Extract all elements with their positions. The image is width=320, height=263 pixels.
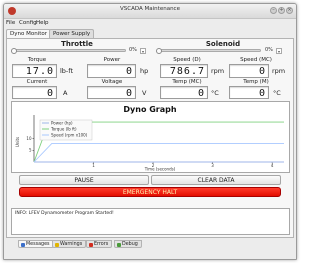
- voltage-unit: V: [142, 89, 147, 97]
- debug-icon: [117, 243, 121, 247]
- legend-label: Power (hp): [51, 121, 73, 126]
- x-tick-label: 4: [271, 163, 274, 168]
- series-line-2: [33, 142, 284, 163]
- power-unit: hp: [140, 67, 149, 75]
- throttle-slider-handle[interactable]: [11, 47, 17, 54]
- solenoid-dropdown-icon[interactable]: ▾: [276, 47, 282, 54]
- x-tick-label: 3: [211, 163, 214, 168]
- x-tick-label: 2: [152, 163, 155, 168]
- pause-button[interactable]: PAUSE: [19, 175, 149, 185]
- emergency-halt-button[interactable]: EMERGENCY HALT: [19, 187, 281, 197]
- temp-mc-label: Temp (MC): [172, 79, 202, 85]
- speed-d-label: Speed (D): [173, 57, 201, 63]
- temp-m-display: 0: [229, 86, 269, 99]
- graph-x-label: Time (seconds): [144, 167, 176, 172]
- power-label: Power: [103, 57, 121, 63]
- current-display: 0: [12, 86, 57, 99]
- power-display: 0: [87, 64, 136, 78]
- dyno-monitor-panel: Throttle Solenoid 0% ▾ 0% ▾ Torque Power…: [6, 38, 294, 238]
- voltage-label: Voltage: [101, 79, 123, 85]
- temp-mc-unit: °C: [211, 89, 219, 97]
- tab-warnings-label: Warnings: [60, 242, 83, 247]
- legend-label: Speed (rpm x100): [51, 133, 88, 138]
- solenoid-percent: 0%: [265, 47, 273, 53]
- legend-label: Torque (lb ft): [50, 127, 77, 132]
- voltage-display: 0: [87, 86, 136, 99]
- speed-d-unit: rpm: [211, 67, 225, 75]
- message-tabs: Messages Warnings Errors Debug: [18, 240, 294, 249]
- window-title: VSCADA Maintenance: [120, 6, 180, 12]
- speed-mc-label: Speed (MC): [240, 57, 272, 63]
- tab-errors[interactable]: Errors: [86, 240, 113, 248]
- solenoid-slider-handle[interactable]: [156, 47, 162, 54]
- torque-label: Torque: [27, 57, 47, 63]
- menu-file[interactable]: File: [6, 19, 15, 28]
- close-icon[interactable]: ×: [286, 7, 293, 14]
- log-area[interactable]: INFO: LFEV Dynamometer Program Started!: [11, 208, 290, 235]
- throttle-slider[interactable]: [12, 49, 126, 52]
- maximize-icon[interactable]: +: [278, 7, 285, 14]
- dyno-graph-svg: Dyno Graph Units Time (seconds) 1 2 3 4 5 10 P…: [15, 105, 284, 172]
- tab-dyno-monitor[interactable]: Dyno Monitor: [6, 29, 51, 38]
- throttle-percent: 0%: [129, 47, 137, 53]
- tab-debug[interactable]: Debug: [114, 240, 142, 248]
- menu-help[interactable]: Help: [36, 19, 49, 28]
- warning-icon: [55, 243, 59, 247]
- messages-icon: [21, 243, 25, 247]
- throttle-title: Throttle: [61, 40, 93, 48]
- x-tick-label: 1: [92, 163, 95, 168]
- speed-mc-display: 0: [229, 64, 269, 78]
- tab-warnings[interactable]: Warnings: [52, 240, 87, 248]
- graph-y-label: Units: [15, 137, 20, 147]
- graph-title: Dyno Graph: [123, 105, 176, 114]
- y-tick-label: 5: [29, 148, 32, 153]
- tab-messages[interactable]: Messages: [18, 240, 54, 248]
- torque-display: 17.0: [12, 64, 57, 78]
- temp-m-unit: °C: [273, 89, 281, 97]
- current-unit: A: [63, 89, 68, 97]
- minimize-icon[interactable]: –: [270, 7, 277, 14]
- menu-bar: File Config Help: [4, 19, 296, 28]
- app-window: VSCADA Maintenance – + × File Config Hel…: [3, 3, 297, 260]
- temp-m-label: Temp (M): [243, 79, 269, 85]
- current-label: Current: [26, 79, 48, 85]
- error-icon: [89, 243, 93, 247]
- solenoid-slider[interactable]: [157, 49, 261, 52]
- clear-data-button[interactable]: CLEAR DATA: [151, 175, 281, 185]
- speed-d-display: 786.7: [160, 64, 208, 78]
- torque-unit: lb-ft: [60, 67, 73, 75]
- tab-messages-label: Messages: [26, 242, 50, 247]
- log-line: INFO: LFEV Dynamometer Program Started!: [15, 211, 114, 216]
- temp-mc-display: 0: [160, 86, 208, 99]
- tab-debug-label: Debug: [122, 242, 138, 247]
- tab-power-supply[interactable]: Power Supply: [49, 29, 95, 38]
- y-tick-label: 10: [26, 136, 32, 141]
- dyno-graph: Dyno Graph Units Time (seconds) 1 2 3 4 5 10 P…: [11, 101, 290, 173]
- title-bar: VSCADA Maintenance – + ×: [4, 4, 296, 19]
- throttle-dropdown-icon[interactable]: ▾: [140, 47, 146, 54]
- tab-errors-label: Errors: [94, 242, 109, 247]
- speed-mc-unit: rpm: [272, 67, 286, 75]
- menu-config[interactable]: Config: [19, 19, 37, 28]
